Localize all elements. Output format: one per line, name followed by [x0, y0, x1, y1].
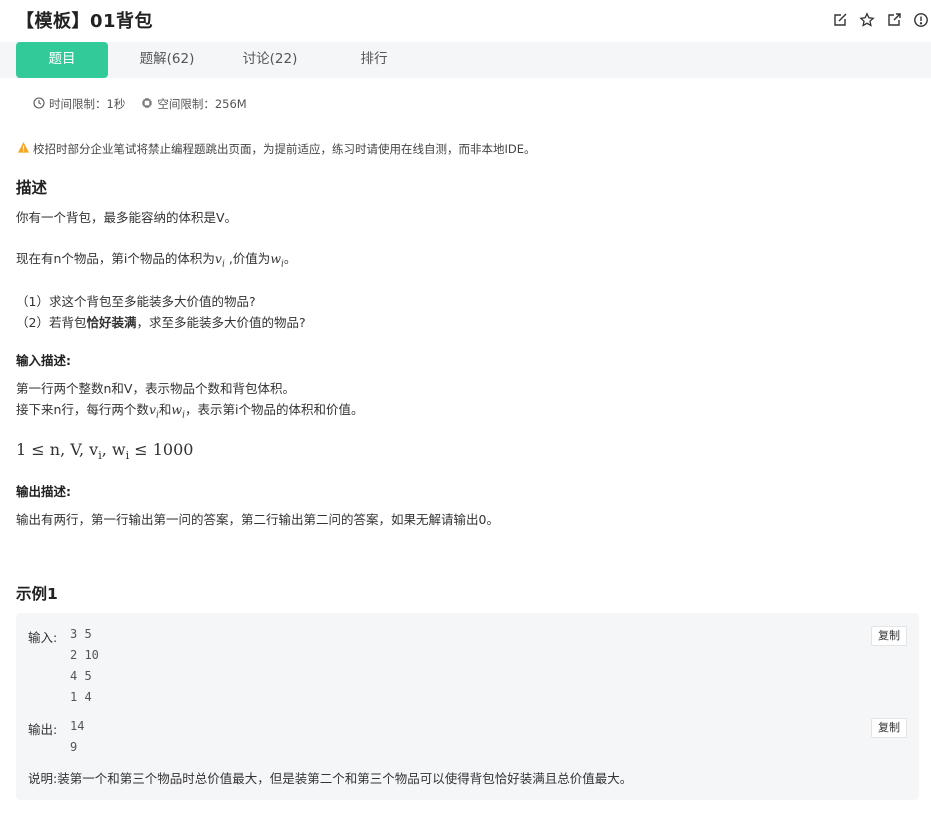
math-var: v: [148, 402, 156, 417]
tab-ranking[interactable]: 排行: [328, 42, 420, 78]
description-line-1: 你有一个背包，最多能容纳的体积是V。: [16, 210, 238, 225]
text-fragment: 接下来n行，每行两个数: [16, 402, 149, 417]
tab-bar: 题目 题解(62) 讨论(22) 排行: [0, 42, 931, 78]
text-fragment: 现在有n个物品，第i个物品的体积为: [16, 251, 215, 266]
output-desc-line-1: 输出有两行，第一行输出第一问的答案，第二行输出第二问的答案，如果无解请输出0。: [16, 512, 499, 527]
tab-problem[interactable]: 题目: [16, 42, 108, 78]
chip-icon: [141, 97, 153, 112]
text-fragment: ,价值为: [224, 251, 271, 266]
example-output-value[interactable]: 14 9: [70, 716, 84, 758]
time-limit: 时间限制：1秒: [33, 96, 125, 112]
copy-input-button[interactable]: 复制: [871, 626, 907, 646]
description-line-2: 现在有n个物品，第i个物品的体积为vi ,价值为wi。: [16, 248, 296, 270]
notice-text: 校招时部分企业笔试将禁止编程题跳出页面，为提前适应，练习时请使用在线自测，而非本…: [33, 142, 536, 156]
input-desc-line-2: 接下来n行，每行两个数vi和wi，表示第i个物品的体积和价值。: [16, 399, 363, 421]
question-1: （1）求这个背包至多能装多大价值的物品?: [16, 294, 256, 309]
space-limit: 空间限制：256M: [141, 96, 247, 112]
math-v: vi: [214, 251, 225, 270]
explanation-label: 说明:: [28, 771, 58, 786]
report-icon[interactable]: [913, 12, 929, 28]
page-title: 【模板】01背包: [16, 11, 154, 32]
math-v: vi: [148, 402, 159, 421]
example-input-label: 输入:: [28, 630, 58, 645]
math-var: w: [171, 402, 183, 417]
example-input-value[interactable]: 3 5 2 10 4 5 1 4: [70, 624, 99, 708]
input-desc-heading: 输入描述:: [16, 353, 71, 368]
time-limit-text: 时间限制：1秒: [49, 97, 126, 111]
math-fragment: 1 ≤ n, V, v: [16, 440, 99, 459]
text-fragment: （2）若背包: [16, 315, 87, 330]
copy-output-button[interactable]: 复制: [871, 718, 907, 738]
bold-text: 恰好装满: [86, 315, 137, 330]
limits-row: 时间限制：1秒 空间限制：256M: [33, 96, 247, 112]
example-output-label: 输出:: [28, 722, 58, 737]
math-fragment: ≤ 1000: [129, 440, 194, 459]
constraint-formula: 1 ≤ n, V, vi, wi ≤ 1000: [16, 440, 193, 462]
math-var: w: [270, 251, 282, 266]
math-var: v: [214, 251, 222, 266]
math-w: wi: [171, 402, 185, 421]
space-limit-text: 空间限制：256M: [157, 97, 247, 111]
math-w: wi: [270, 251, 284, 270]
star-icon[interactable]: [859, 12, 875, 28]
description-heading: 描述: [16, 179, 48, 197]
exam-notice: 校招时部分企业笔试将禁止编程题跳出页面，为提前适应，练习时请使用在线自测，而非本…: [17, 141, 536, 157]
header-actions: [832, 12, 929, 28]
warning-icon: [17, 141, 30, 157]
clock-icon: [33, 96, 45, 112]
question-2: （2）若背包恰好装满，求至多能装多大价值的物品?: [16, 312, 306, 331]
explanation-text: 装第一个和第三个物品时总价值最大，但是装第二个和第三个物品可以使得背包恰好装满且…: [57, 771, 633, 786]
tab-solutions[interactable]: 题解(62): [121, 42, 213, 78]
tab-discussion[interactable]: 讨论(22): [224, 42, 316, 78]
output-desc-heading: 输出描述:: [16, 484, 71, 499]
example-heading: 示例1: [16, 585, 58, 603]
text-fragment: 和: [158, 402, 172, 417]
text-fragment: 。: [283, 251, 297, 266]
example-box: 输入: 3 5 2 10 4 5 1 4 复制 输出: 14 9 复制 说明:装…: [16, 613, 919, 800]
edit-icon[interactable]: [832, 12, 848, 28]
input-desc-line-1: 第一行两个整数n和V，表示物品个数和背包体积。: [16, 381, 295, 396]
page-header: 【模板】01背包: [0, 0, 931, 42]
text-fragment: ，表示第i个物品的体积和价值。: [185, 402, 364, 417]
share-icon[interactable]: [886, 12, 902, 28]
text-fragment: ，求至多能装多大价值的物品?: [136, 315, 306, 330]
math-fragment: , w: [101, 440, 126, 459]
example-explanation: 说明:装第一个和第三个物品时总价值最大，但是装第二个和第三个物品可以使得背包恰好…: [28, 768, 632, 787]
